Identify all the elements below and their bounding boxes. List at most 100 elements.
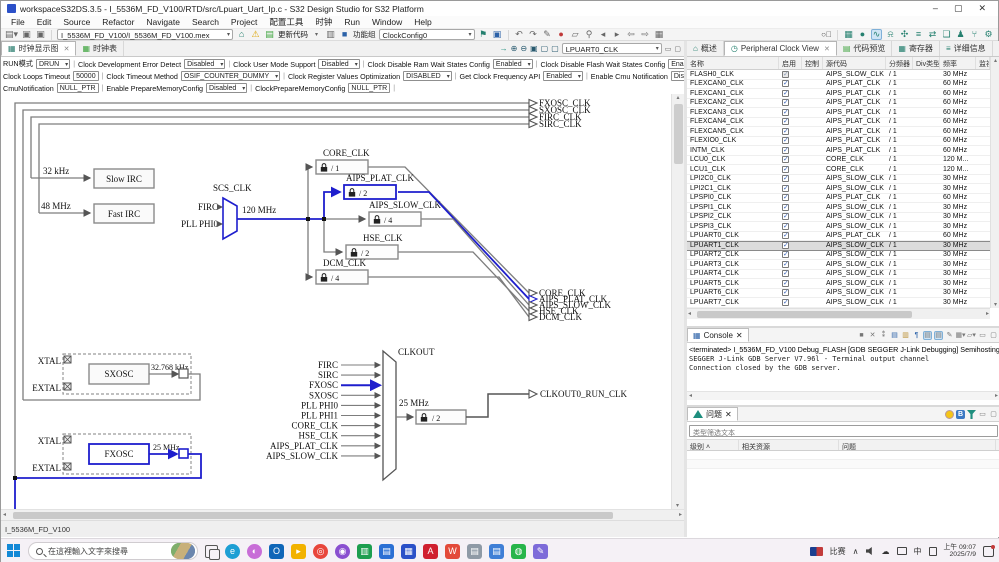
pin-console-icon[interactable]: ✎ [945,331,954,340]
next-annotation-icon[interactable]: ▸ [612,29,623,40]
export-diagram-icon[interactable]: ▢ [551,45,559,53]
table-vertical-scrollbar[interactable]: ▴▾ [990,57,999,308]
editor-tab[interactable]: ▦时钟表 [76,41,124,56]
menu-1[interactable]: Edit [31,17,58,27]
perspective-sync-icon[interactable]: ⑂ [969,29,980,40]
config-select[interactable]: Enabled [493,59,533,69]
taskbar-app-app-swirl[interactable]: ◉ [335,544,350,559]
maximize-problems-icon[interactable]: ▢ [989,410,998,419]
taskbar-app-notepad[interactable]: ▤ [489,544,504,559]
maximize-console-icon[interactable]: ▢ [989,331,998,340]
config-select[interactable]: Disabled [671,71,684,81]
table-row[interactable]: LPI2C1_CLKAIPS_SLOW_CLK/ 130 MHz [687,184,990,194]
config-select[interactable]: Disabled [184,59,225,69]
menu-9[interactable]: Run [338,17,366,27]
menu-6[interactable]: Project [225,17,263,27]
table-row[interactable]: FLEXCAN2_CLKAIPS_PLAT_CLK/ 160 MHz [687,99,990,109]
sxosc-block[interactable]: XTAL EXTAL SXOSC 32.768 kHz [23,354,200,400]
maximize-editor-icon[interactable]: ▢ [674,45,681,53]
console-output[interactable]: SEGGER J-Link GDB Server V7.96l - Termin… [687,355,999,391]
copy-registers-icon[interactable]: ▥ [325,29,336,40]
prev-annotation-icon[interactable]: ◂ [598,29,609,40]
taskbar-app-wps[interactable]: W [445,544,460,559]
taskbar-clock[interactable]: 上午 09:07 2025/7/9 [944,544,977,559]
table-row[interactable]: LPUART3_CLKAIPS_SLOW_CLK/ 130 MHz [687,260,990,270]
config-select[interactable]: DRUN [36,59,70,69]
search-highlight-image[interactable] [171,543,195,559]
news-widget-label[interactable]: 比赛 [830,546,846,557]
flag-icon[interactable]: ⚑ [478,29,489,40]
table-row[interactable]: LPSPI1_CLKAIPS_SLOW_CLK/ 130 MHz [687,203,990,213]
enable-checkbox[interactable] [782,270,789,277]
task-view-icon[interactable] [205,545,218,558]
update-code-dropdown-icon[interactable]: ▾ [311,29,322,40]
word-wrap-icon[interactable]: ¶ [912,331,921,340]
record-icon[interactable]: ● [556,29,567,40]
editor-tab[interactable]: ▦时钟显示图✕ [1,41,76,56]
slow-irc-block[interactable]: 32 kHz Slow IRC [31,166,154,188]
table-row[interactable]: FLASH0_CLKAIPS_SLOW_CLK/ 130 MHz [687,70,990,80]
forward-arrow-icon[interactable]: → [500,45,508,53]
enable-checkbox[interactable] [782,71,789,78]
taskbar-app-copilot[interactable]: ◐ [247,544,262,559]
enable-checkbox[interactable] [782,147,789,154]
clear-console-icon[interactable]: ▤ [890,331,899,340]
table-row[interactable]: LCU1_CLKCORE_CLK/ 1120 M... [687,165,990,175]
taskbar-app-edge[interactable]: e [225,544,240,559]
scroll-lock-icon[interactable]: ▥ [901,331,910,340]
enable-checkbox[interactable] [782,289,789,296]
show-stdout-icon[interactable]: ▤ [923,331,932,340]
fast-irc-block[interactable]: 48 MHz Fast IRC [39,201,154,223]
column-header[interactable]: 分频器 [886,57,913,69]
column-header[interactable]: Div类型 [913,57,940,69]
tab-consumption[interactable]: ◔时钟消耗 [993,41,999,56]
back-icon[interactable]: ⇦ [626,29,637,40]
start-button[interactable] [7,544,21,558]
tab-code[interactable]: ▤代码预览 [837,41,893,56]
enable-checkbox[interactable] [782,280,789,287]
clock-select-combo[interactable]: LPUART0_CLK [562,43,662,54]
table-row[interactable]: LPUART2_CLKAIPS_SLOW_CLK/ 130 MHz [687,251,990,261]
menu-5[interactable]: Search [186,17,225,27]
table-row[interactable]: LPUART0_CLKAIPS_PLAT_CLK/ 160 MHz [687,232,990,242]
table-row[interactable]: LPUART4_CLKAIPS_SLOW_CLK/ 130 MHz [687,270,990,280]
config-input[interactable]: 50000 [73,71,98,81]
tab-console[interactable]: ▦ Console ✕ [687,328,749,342]
new-view-icon[interactable]: ▦ [654,29,665,40]
enable-checkbox[interactable] [782,261,789,268]
undo-icon[interactable]: ↶ [514,29,525,40]
taskbar-search-box[interactable]: 在這裡輸入文字來搜尋 [28,542,198,560]
table-row[interactable]: FLEXCAN0_CLKAIPS_PLAT_CLK/ 160 MHz [687,80,990,90]
enable-checkbox[interactable] [782,99,789,106]
enable-checkbox[interactable] [782,213,789,220]
perspective-gear-icon[interactable]: ⚙ [983,29,994,40]
problems-column-header[interactable]: 级别 ˄ [687,440,739,450]
config-input[interactable]: NULL_PTR [348,83,390,93]
close-window-icon[interactable]: ✕ [978,3,986,14]
taskbar-app-acrobat[interactable]: A [423,544,438,559]
clkout-mux[interactable]: CLKOUT 25 MHz / 2 CLKOUT0_RUN_CLK [383,347,627,480]
filter-icon[interactable] [967,410,976,419]
enable-checkbox[interactable] [782,90,789,97]
table-row[interactable]: LPUART7_CLKAIPS_SLOW_CLK/ 130 MHz [687,298,990,308]
perspective-cpp-icon[interactable]: ▦ [843,29,854,40]
enable-checkbox[interactable] [782,175,789,182]
tab-clock[interactable]: ◷Peripheral Clock View✕ [724,41,837,56]
tab-problems[interactable]: 问题 ✕ [687,407,738,421]
perspective-dma-icon[interactable]: ♟ [955,29,966,40]
minimize-console-icon[interactable]: ▭ [978,331,987,340]
menu-11[interactable]: Help [408,17,437,27]
open-console-icon[interactable]: ▱▾ [967,331,976,340]
enable-checkbox[interactable] [782,194,789,201]
table-row[interactable]: LPI2C0_CLKAIPS_SLOW_CLK/ 130 MHz [687,175,990,185]
functional-group-combo[interactable]: ClockConfig0 [379,29,475,40]
tab-registers[interactable]: ▦寄存器 [892,41,940,56]
config-select[interactable]: Disabled [206,83,247,93]
news-widget-icon[interactable] [810,547,823,556]
menu-2[interactable]: Source [57,17,96,27]
diagram-vertical-scrollbar[interactable]: ▴▾ [671,94,684,509]
taskbar-app-file-explorer[interactable]: ▸ [291,544,306,559]
enable-checkbox[interactable] [782,242,789,249]
table-row[interactable]: FLEXCAN5_CLKAIPS_PLAT_CLK/ 160 MHz [687,127,990,137]
redo-icon[interactable]: ↷ [528,29,539,40]
